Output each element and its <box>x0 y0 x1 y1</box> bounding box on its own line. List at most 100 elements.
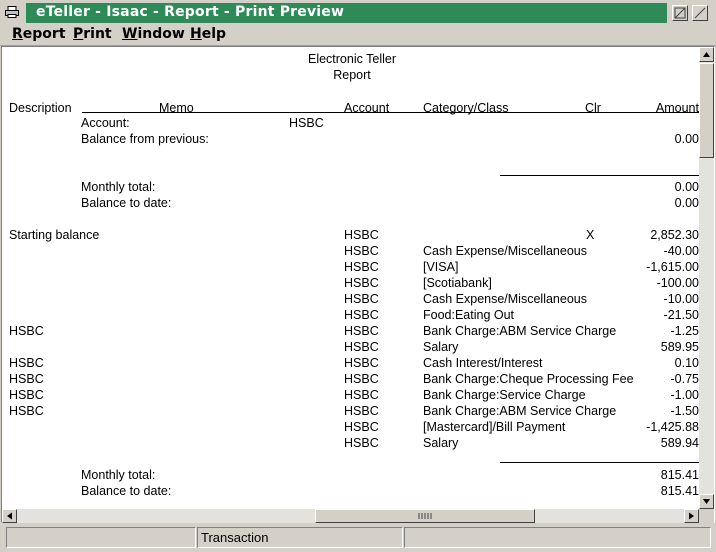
close-icon <box>694 7 706 19</box>
printer-icon[interactable] <box>5 6 19 18</box>
tx-amount: -21.50 <box>663 308 699 322</box>
column-header-clr: Clr <box>585 101 601 115</box>
tx-clr: X <box>586 228 595 242</box>
scrollbar-corner <box>699 509 714 523</box>
tx-amount: 589.95 <box>660 340 699 354</box>
tx-category: Cash Interest/Interest <box>423 356 543 370</box>
tx-account: HSBC <box>344 356 379 370</box>
maximize-button[interactable] <box>672 5 688 21</box>
tx-amount: -0.75 <box>670 372 700 386</box>
summary1-rule <box>500 175 699 176</box>
status-bar: Transaction <box>0 524 716 552</box>
tx-account: HSBC <box>344 340 379 354</box>
menu-window[interactable]: Window <box>122 26 185 42</box>
tx-category: Salary <box>423 340 459 354</box>
summary1-balance-amount: 0.00 <box>674 196 699 210</box>
menu-help-label: elp <box>201 26 227 42</box>
menu-help[interactable]: Help <box>190 26 226 42</box>
tx-account: HSBC <box>344 244 379 258</box>
header-rule <box>82 112 699 113</box>
tx-description: HSBC <box>9 324 44 338</box>
tx-amount: -1.00 <box>670 388 700 402</box>
title-bar[interactable]: eTeller - Isaac - Report - Print Preview <box>0 0 716 25</box>
arrow-up-icon <box>703 52 710 57</box>
tx-account: HSBC <box>344 324 379 338</box>
close-button[interactable] <box>692 5 708 21</box>
menu-print[interactable]: Print <box>73 26 112 42</box>
balance-previous-label: Balance from previous: <box>81 132 209 146</box>
tx-amount: -1,615.00 <box>646 260 699 274</box>
tx-account: HSBC <box>344 372 379 386</box>
tx-amount: 589.94 <box>660 436 699 450</box>
report-heading-line2: Report <box>333 68 371 82</box>
summary2-balance-amount: 815.41 <box>660 484 699 498</box>
tx-category: Food:Eating Out <box>423 308 515 322</box>
horizontal-scrollbar[interactable] <box>2 509 699 523</box>
vertical-scroll-thumb[interactable] <box>699 63 714 158</box>
tx-amount: -10.00 <box>663 292 699 306</box>
column-header-description: Description <box>9 101 72 115</box>
tx-category: Salary <box>423 436 459 450</box>
summary2-balance-label: Balance to date: <box>81 484 172 498</box>
tx-account: HSBC <box>344 228 379 242</box>
tx-amount: -100.00 <box>656 276 699 290</box>
menu-print-mnemonic: P <box>73 26 84 42</box>
status-pane-1 <box>6 527 196 548</box>
menu-bar: Report Print Window Help <box>0 25 716 46</box>
tx-category: [Scotiabank] <box>423 276 492 290</box>
column-header-amount: Amount <box>655 101 699 115</box>
tx-category: [Mastercard]/Bill Payment <box>423 420 566 434</box>
account-label: Account: <box>81 116 130 130</box>
vertical-scrollbar[interactable] <box>699 47 714 509</box>
tx-description: HSBC <box>9 404 44 418</box>
tx-description: HSBC <box>9 372 44 386</box>
summary1-monthly-total-amount: 0.00 <box>674 180 699 194</box>
tx-category: Cash Expense/Miscellaneous <box>423 292 587 306</box>
tx-description: HSBC <box>9 356 44 370</box>
tx-category: Bank Charge:ABM Service Charge <box>423 324 617 338</box>
tx-description: HSBC <box>9 388 44 402</box>
column-header-category: Category/Class <box>423 101 509 115</box>
summary2-monthly-total-amount: 815.41 <box>660 468 699 482</box>
arrow-down-icon <box>703 499 710 504</box>
summary2-rule <box>500 462 699 463</box>
tx-description: Starting balance <box>9 228 100 242</box>
status-pane-2: Transaction <box>197 527 403 548</box>
menu-window-mnemonic: W <box>122 26 138 42</box>
scroll-up-button[interactable] <box>699 47 714 62</box>
status-pane-3 <box>404 527 711 548</box>
window-title: eTeller - Isaac - Report - Print Preview <box>36 4 345 20</box>
menu-print-label: rint <box>83 26 112 42</box>
menu-report-mnemonic: R <box>12 26 23 42</box>
menu-help-mnemonic: H <box>190 26 202 42</box>
summary1-monthly-total-label: Monthly total: <box>81 180 156 194</box>
grip-icon <box>418 513 432 519</box>
tx-account: HSBC <box>344 260 379 274</box>
tx-category: Cash Expense/Miscellaneous <box>423 244 587 258</box>
tx-category: Bank Charge:ABM Service Charge <box>423 404 617 418</box>
menu-window-label: indow <box>137 26 185 42</box>
arrow-left-icon <box>7 512 12 520</box>
arrow-right-icon <box>689 512 694 520</box>
tx-amount: -40.00 <box>663 244 699 258</box>
tx-category: [VISA] <box>423 260 459 274</box>
maximize-icon <box>674 7 686 19</box>
account-name: HSBC <box>289 116 324 130</box>
tx-account: HSBC <box>344 292 379 306</box>
tx-account: HSBC <box>344 308 379 322</box>
scroll-down-button[interactable] <box>699 494 714 509</box>
tx-account: HSBC <box>344 420 379 434</box>
tx-account: HSBC <box>344 276 379 290</box>
horizontal-scroll-thumb[interactable] <box>315 509 535 523</box>
scroll-right-button[interactable] <box>684 509 699 523</box>
tx-amount: -1.50 <box>670 404 700 418</box>
scroll-left-button[interactable] <box>2 509 17 523</box>
summary2-monthly-total-label: Monthly total: <box>81 468 156 482</box>
tx-amount: -1.25 <box>670 324 700 338</box>
report-preview[interactable]: Electronic Teller Report Description Mem… <box>2 47 699 509</box>
tx-category: Bank Charge:Service Charge <box>423 388 586 402</box>
tx-account: HSBC <box>344 436 379 450</box>
tx-amount: -1,425.88 <box>646 420 699 434</box>
menu-report-label: eport <box>22 26 66 42</box>
menu-report[interactable]: Report <box>12 26 66 42</box>
